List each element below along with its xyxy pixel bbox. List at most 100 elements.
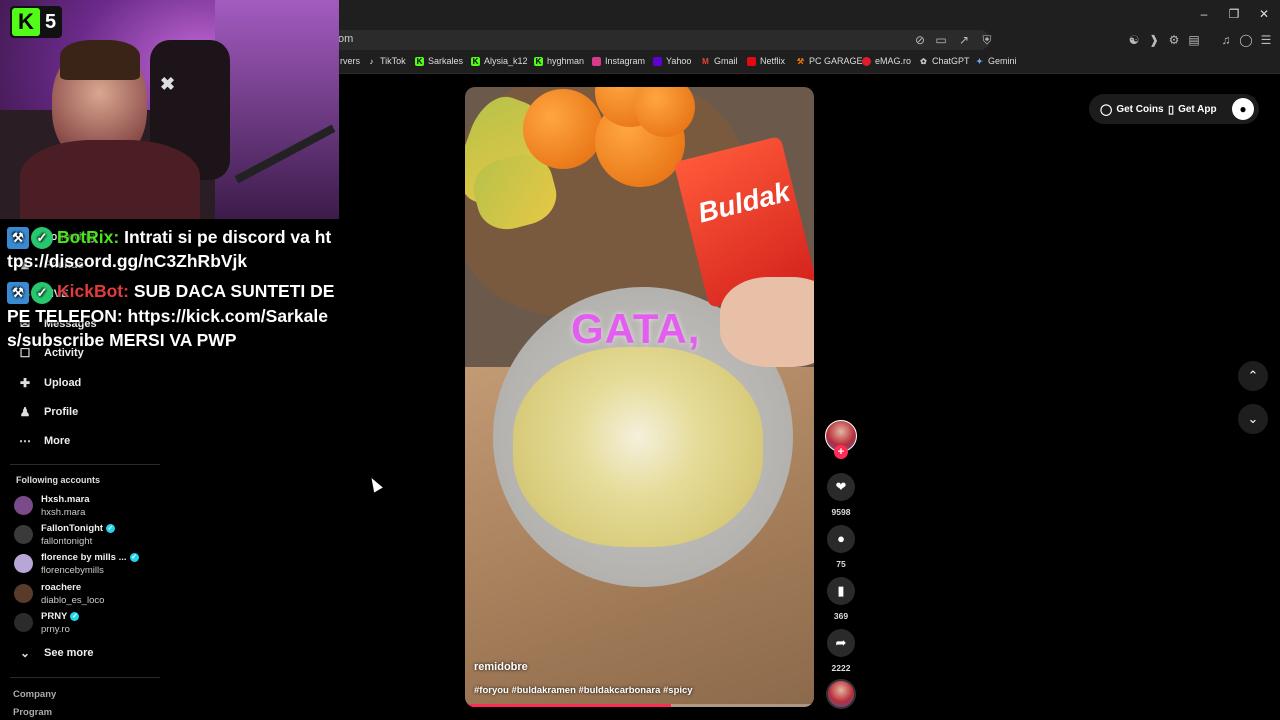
bookmark-chatgpt[interactable]: ✿ ChatGPT	[919, 56, 969, 66]
hand	[720, 277, 814, 367]
chat-message: ⚒ ✓ BotRix: Intrati si pe discord va https…	[7, 225, 337, 273]
bookmark-gmail[interactable]: M Gmail	[701, 56, 738, 66]
stream-chat-overlay: ⚒ ✓ BotRix: Intrati si pe discord va https…	[7, 225, 337, 352]
nav-more[interactable]: ⋯ More	[18, 434, 70, 448]
bookmark-label: Alysia_k12	[484, 56, 528, 66]
bookmark-label: Gmail	[714, 56, 738, 66]
share-icon[interactable]: ↗	[956, 32, 972, 48]
chevron-down-icon: ⌄	[19, 646, 31, 660]
nav-upload[interactable]: ✚ Upload	[18, 376, 81, 390]
video-progress-bar[interactable]	[465, 704, 814, 707]
following-account[interactable]: FallonTonight ✓ fallontonight	[14, 523, 116, 547]
bot-badge-icon: ⚒	[7, 281, 29, 304]
bookmark-alysia[interactable]: K Alysia_k12	[471, 56, 528, 66]
close-icon[interactable]: ✕	[1256, 6, 1272, 22]
bookmark-emag[interactable]: eMAG.ro	[862, 56, 911, 66]
url-text: om	[338, 33, 354, 45]
streamer-body	[20, 140, 200, 219]
noodles	[513, 347, 763, 547]
save-button[interactable]: ▮	[827, 577, 855, 605]
bookmark-label: Gemini	[988, 56, 1017, 66]
account-name: PRNY ✓	[41, 611, 80, 622]
following-account[interactable]: Hxsh.mara hxsh.mara	[14, 494, 90, 518]
nav-profile[interactable]: ♟ Profile	[18, 405, 79, 419]
next-video-button[interactable]: ⌄	[1238, 404, 1268, 434]
bookmark-label: Sarkales	[428, 56, 464, 66]
glasses-icon[interactable]: ☯	[1126, 32, 1142, 48]
sidebar-icon[interactable]: ▤	[1186, 32, 1202, 48]
bookmark-label: PC GARAGE	[809, 56, 863, 66]
sound-disc-icon[interactable]	[826, 679, 856, 709]
avatar	[14, 584, 33, 603]
comment-count: 75	[836, 559, 846, 569]
kick-logo-icon: K	[12, 8, 40, 36]
video-author[interactable]: remidobre	[474, 661, 528, 673]
tiktok-icon: ♪	[369, 56, 374, 66]
minimize-icon[interactable]: –	[1196, 6, 1212, 22]
footer-link-program[interactable]: Program	[13, 707, 52, 718]
vpn-icon[interactable]: ◯	[1238, 32, 1254, 48]
see-more-button[interactable]: ⌄ See more	[18, 646, 94, 660]
profile-icon: ♟	[19, 405, 31, 419]
follow-plus-icon[interactable]: +	[834, 445, 848, 459]
verified-icon: ✓	[70, 612, 80, 621]
bookmark-label: hyghman	[547, 56, 585, 66]
bookmark-tiktok[interactable]: ♪ TikTok	[367, 56, 406, 66]
following-account[interactable]: PRNY ✓ prny.ro	[14, 611, 80, 635]
following-account[interactable]: florence by mills ... ✓ florencebymills	[14, 552, 139, 576]
sauce-packet-text: Buldak	[694, 175, 793, 229]
account-handle: hxsh.mara	[41, 507, 86, 518]
sidebar-divider	[10, 677, 160, 678]
kick-viewer-badge: K 5	[10, 6, 62, 38]
bookmark-label: eMAG.ro	[875, 56, 912, 66]
menu-icon[interactable]: ☰	[1258, 32, 1274, 48]
get-coins-label: Get Coins	[1116, 103, 1164, 115]
upload-icon: ✚	[19, 376, 31, 390]
instagram-icon	[592, 56, 601, 66]
comment-button[interactable]: ●	[827, 525, 855, 553]
bookmark-hyghman[interactable]: Khyghman	[534, 56, 584, 66]
phone-icon: ▯	[1168, 103, 1175, 116]
footer-link-company[interactable]: Company	[13, 689, 56, 700]
bookmark-pcgarage[interactable]: ⚒ PC GARAGE	[796, 56, 863, 66]
cast-icon[interactable]: ▭	[933, 32, 949, 48]
music-icon[interactable]: ♫	[1218, 32, 1234, 48]
nav-label: Profile	[44, 406, 79, 418]
netflix-icon	[747, 56, 756, 66]
wallet-icon[interactable]: ❱	[1146, 32, 1162, 48]
get-app-button[interactable]: ▯ Get App	[1162, 96, 1223, 122]
video-player[interactable]: Buldak GATA, remidobre #foryou #buldakra…	[465, 87, 814, 707]
restore-icon[interactable]: ❐	[1226, 6, 1242, 22]
bookmark-sarkales[interactable]: K Sarkales	[415, 56, 463, 66]
like-button[interactable]: ❤	[827, 473, 855, 501]
bookmark-netflix[interactable]: Netflix	[747, 56, 785, 66]
chat-username: BotRix:	[57, 227, 120, 247]
previous-video-button[interactable]: ⌃	[1238, 361, 1268, 391]
following-account[interactable]: roachere diablo_es_loco	[14, 582, 104, 606]
profile-avatar-icon[interactable]: ●	[1232, 98, 1254, 120]
chevron-up-icon: ⌃	[1247, 368, 1259, 383]
viewer-count: 5	[45, 10, 57, 33]
emag-icon	[862, 56, 871, 66]
avatar	[14, 496, 33, 515]
bookmark-yahoo[interactable]: Yahoo	[653, 56, 691, 66]
chat-text: Intrati si pe discord va https://discord…	[7, 227, 332, 272]
url-field[interactable]: om	[330, 30, 990, 50]
following-accounts-title: Following accounts	[16, 475, 101, 485]
account-name: florence by mills ... ✓	[41, 552, 139, 563]
translate-off-icon[interactable]: ⊘	[912, 32, 928, 48]
account-handle: fallontonight	[41, 536, 93, 547]
brave-shield-icon[interactable]: ⛨	[979, 32, 995, 48]
share-button[interactable]: ➦	[827, 629, 855, 657]
verified-badge-icon: ✓	[31, 281, 53, 304]
get-coins-button[interactable]: ◯ Get Coins	[1094, 96, 1170, 122]
bookmark-gemini[interactable]: ✦ Gemini	[975, 56, 1017, 66]
extensions-icon[interactable]: ⚙	[1166, 32, 1182, 48]
kick-icon: K	[534, 56, 543, 66]
account-name-text: Hxsh.mara	[41, 494, 90, 505]
bookmark-servers[interactable]: rvers	[340, 56, 360, 66]
bookmark-instagram[interactable]: Instagram	[592, 56, 645, 66]
get-app-label: Get App	[1178, 103, 1217, 115]
video-caption[interactable]: #foryou #buldakramen #buldakcarbonara #s…	[474, 685, 693, 696]
like-count: 9598	[831, 507, 851, 517]
